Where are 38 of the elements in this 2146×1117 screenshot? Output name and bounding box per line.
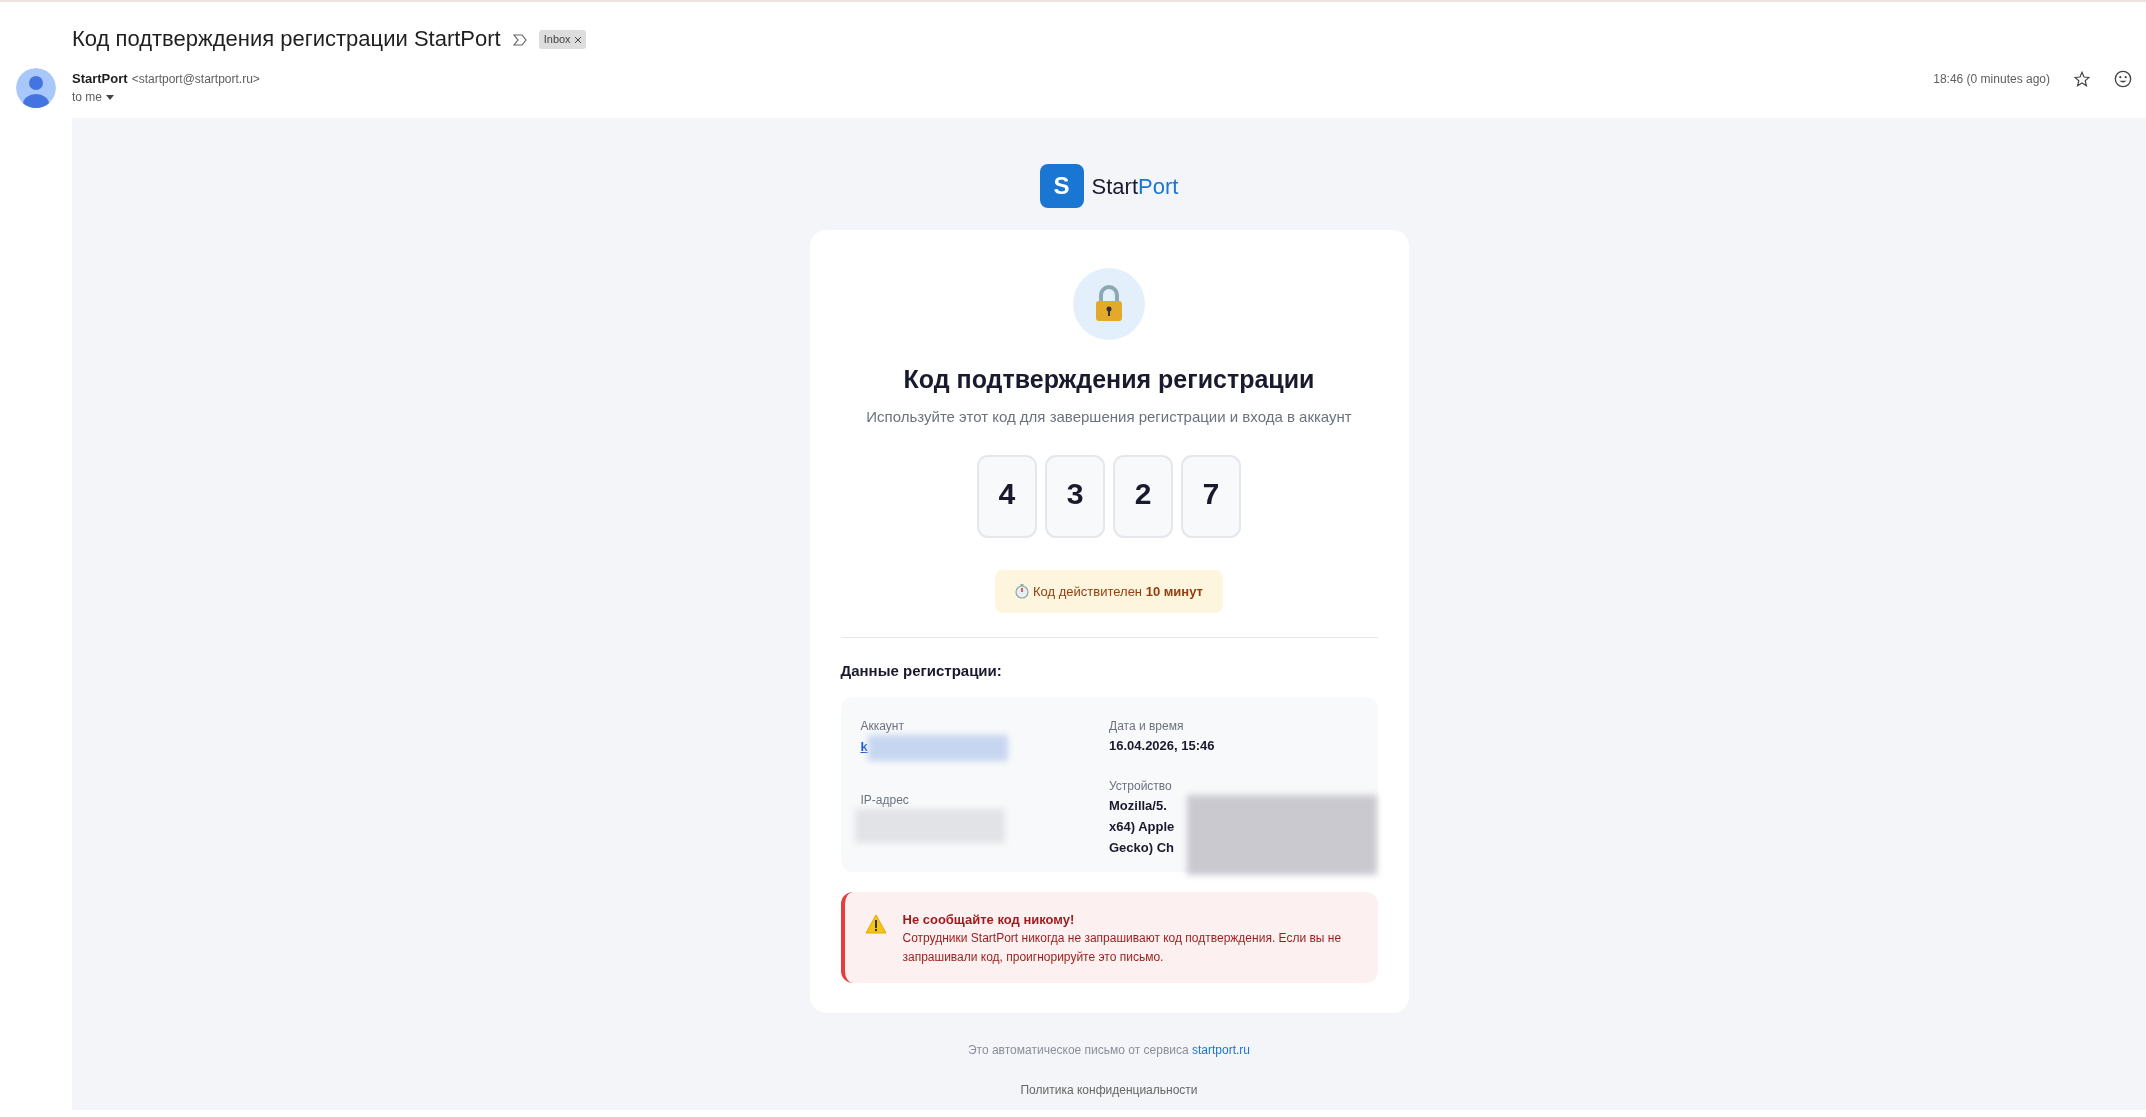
detail-value: 16.04.2026, 15:46 [1109,736,1216,755]
details-heading: Данные регистрации: [840,661,1003,681]
sender-name: StartPort [72,69,128,88]
detail-value: x64) Apple [1109,817,1176,836]
detail-value: Gecko) Ch [1109,838,1175,857]
footer-text: Это автоматическое письмо от сервиса startport.ru [967,1042,1251,1059]
detail-label: Устройство [1109,777,1173,795]
label-chip[interactable]: Inbox [538,30,586,49]
star-icon[interactable] [2074,70,2090,87]
heading: Код подтверждения регистрации [903,364,1315,394]
code-digit: 3 [1045,454,1105,538]
subtitle: Используйте этот код для завершения регистрации и входа в аккаунт [866,407,1352,427]
warning-title: Не сообщайте код никому! [902,910,1076,929]
code-digit: 4 [977,454,1037,538]
sender-email: <startport@startport.ru> [131,70,260,88]
detail-value: Mozilla/5. [1109,796,1168,815]
validity-notice: Код действителен 10 минут [1033,582,1203,601]
caret-icon [106,94,114,100]
footer-link[interactable]: startport.ru [1192,1043,1251,1057]
detail-label: IP-адрес [860,792,910,809]
remove-label-icon[interactable] [574,36,581,43]
emoji-reaction-icon[interactable] [2114,69,2132,88]
warning-icon [864,913,887,934]
account-link[interactable]: k [860,738,868,754]
timer-icon [1015,583,1030,599]
privacy-link[interactable]: Политика конфиденциальности [1020,1081,1198,1099]
detail-label: Аккаунт [860,717,905,735]
brand-name: StartPort [1091,172,1179,201]
email-subject: Код подтверждения регистрации StartPort [72,26,501,53]
avatar-icon [16,67,56,108]
importance-marker-icon[interactable] [512,33,527,46]
warning-text: Сотрудники StartPort никогда не запрашивают код подтверждения. Если вы не запрашивали код, проигнорируйте это письмо. [902,930,1343,966]
code-digit: 2 [1113,454,1173,538]
detail-label: Дата и время [1109,717,1185,735]
logo-icon: S [1039,164,1084,208]
recipient-dropdown[interactable]: to me [72,88,260,107]
code-digit: 7 [1181,454,1241,538]
timestamp: 18:46 (0 minutes ago) [1933,70,2050,88]
